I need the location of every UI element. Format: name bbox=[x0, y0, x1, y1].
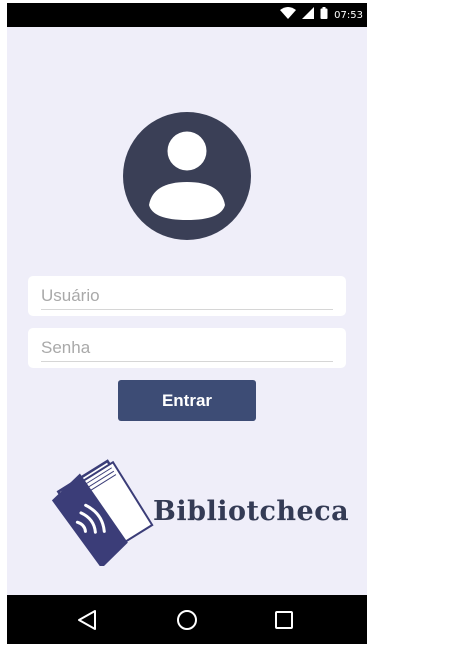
wifi-icon bbox=[280, 6, 297, 24]
phone-screen: 07:53 Entrar bbox=[7, 3, 367, 644]
battery-icon bbox=[320, 6, 328, 24]
login-button[interactable]: Entrar bbox=[118, 380, 256, 421]
password-input[interactable] bbox=[41, 335, 333, 362]
account-circle-icon bbox=[123, 112, 251, 240]
open-book-icon bbox=[45, 456, 157, 569]
recent-apps-icon[interactable] bbox=[271, 607, 297, 633]
navigation-bar bbox=[7, 595, 367, 644]
brand-name: Bibliotcheca bbox=[153, 496, 350, 527]
status-icons: 07:53 bbox=[280, 3, 363, 27]
status-time: 07:53 bbox=[334, 9, 363, 21]
username-input[interactable] bbox=[41, 283, 333, 310]
password-field bbox=[28, 328, 346, 368]
home-icon[interactable] bbox=[174, 607, 200, 633]
cell-signal-icon bbox=[302, 6, 315, 24]
username-field bbox=[28, 276, 346, 316]
back-icon[interactable] bbox=[74, 607, 100, 633]
status-bar: 07:53 bbox=[7, 3, 367, 27]
